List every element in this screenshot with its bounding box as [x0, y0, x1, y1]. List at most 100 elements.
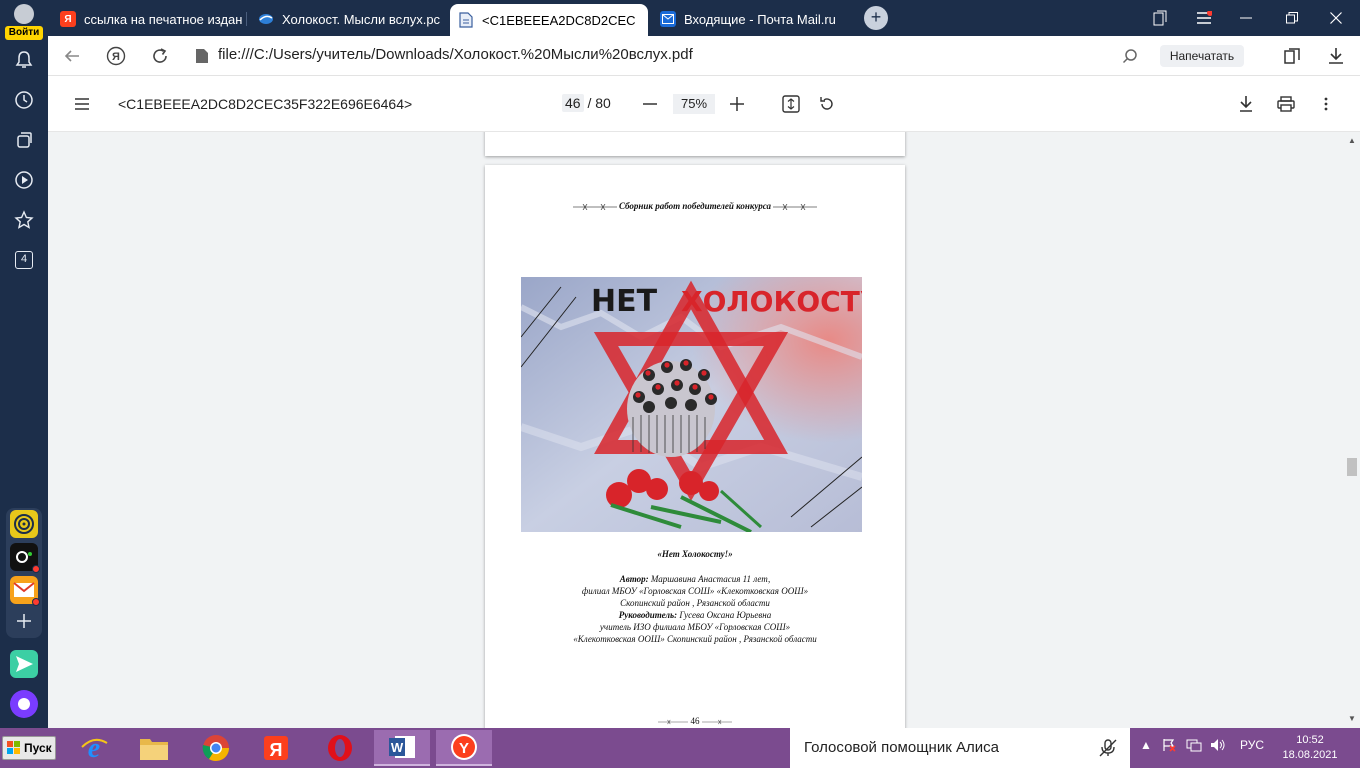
pdf-print-icon[interactable] — [1274, 92, 1298, 116]
document-icon — [458, 12, 474, 28]
zoom-in-icon[interactable] — [725, 92, 749, 116]
yandex-icon: Я — [60, 11, 76, 27]
minimize-icon[interactable] — [1226, 4, 1266, 32]
notifications-bell-icon[interactable] — [12, 48, 36, 72]
scroll-up-arrow-icon[interactable]: ▲ — [1347, 136, 1357, 146]
credits-line: филиал МБОУ «Горловская СОШ» «Клекотковс… — [581, 586, 809, 596]
add-app-plus-icon[interactable] — [12, 609, 36, 633]
tab-mail-inbox[interactable]: Входящие - Почта Mail.ru — [652, 4, 852, 34]
camera-app-icon[interactable] — [10, 543, 40, 573]
url-text[interactable]: file:///C:/Users/учитель/Downloads/Холок… — [218, 46, 693, 63]
internet-explorer-icon[interactable]: e — [66, 730, 122, 766]
alice-label: Голосовой помощник Алиса — [804, 739, 999, 756]
pdf-menu-icon[interactable] — [70, 92, 94, 116]
page-number: 46 — [690, 716, 700, 726]
address-bar: Я file:///C:/Users/учитель/Downloads/Хол… — [48, 36, 1360, 76]
poster-text-net: НЕТ — [591, 284, 658, 319]
windows-taskbar: Пуск e Я W Y Голосовой помощник Алиса ▲ — [0, 728, 1360, 768]
login-button[interactable]: Войти — [5, 4, 43, 40]
svg-text:Я: Я — [270, 740, 283, 760]
messenger-app-icon[interactable] — [10, 650, 38, 678]
print-page-button[interactable]: Напечатать — [1160, 45, 1244, 67]
play-video-icon[interactable] — [12, 168, 36, 192]
mail-app-icon[interactable] — [10, 576, 40, 606]
supervisor-label: Руководитель: — [618, 610, 678, 620]
chrome-icon[interactable] — [188, 730, 244, 766]
author-label: Автор: — [619, 574, 649, 584]
artwork-title: «Нет Холокосту!» — [657, 549, 733, 559]
word-icon[interactable]: W — [374, 730, 430, 766]
zoom-level-input[interactable]: 75% — [673, 94, 715, 114]
windows-logo-icon — [7, 741, 20, 754]
rotate-icon[interactable] — [815, 92, 839, 116]
barbed-wire-icon — [701, 719, 732, 725]
pdf-viewer[interactable]: Сборник работ победителей конкурса НЕТ Х… — [48, 132, 1344, 728]
alice-assistant-icon[interactable] — [10, 690, 38, 718]
current-page-input[interactable]: 46 — [562, 94, 584, 112]
clock-date: 18.08.2021 — [1282, 749, 1338, 761]
more-options-icon[interactable] — [1314, 92, 1338, 116]
poster-image: НЕТ ХОЛОКОСТУ! — [521, 277, 862, 532]
barbed-wire-icon — [773, 203, 818, 210]
download-icon[interactable] — [1324, 44, 1348, 68]
tab-yandex-link[interactable]: Я ссылка на печатное издан — [52, 4, 242, 34]
clock[interactable]: 10:52 18.08.2021 — [1280, 733, 1340, 763]
zen-app-icon[interactable] — [10, 510, 38, 538]
tab-title: ссылка на печатное издан — [84, 11, 242, 27]
credits-line: учитель ИЗО филиала МБОУ «Горловская СОШ… — [599, 622, 791, 632]
search-magnifier-icon[interactable] — [1118, 44, 1142, 68]
yandex-browser-icon[interactable]: Я — [248, 730, 304, 766]
svg-text:Y: Y — [459, 740, 469, 757]
vertical-scrollbar[interactable]: ▲ ▼ — [1344, 132, 1360, 728]
alice-voice-assistant[interactable]: Голосовой помощник Алиса — [790, 728, 1130, 768]
collection-title: Сборник работ победителей конкурса — [618, 201, 772, 211]
total-pages: / 80 — [587, 95, 611, 111]
tab-active-pdf[interactable]: <C1EBEEEA2DC8D2CEC — [450, 4, 648, 36]
browser-window: Войти 4 Я ссылка на печатное издан Холок… — [0, 0, 1360, 768]
login-label: Войти — [5, 26, 43, 40]
start-button[interactable]: Пуск — [2, 736, 56, 760]
downloads-counter-icon[interactable]: 4 — [12, 248, 36, 272]
yandex-home-icon[interactable]: Я — [104, 44, 128, 68]
history-clock-icon[interactable] — [12, 88, 36, 112]
tab-separator — [246, 12, 247, 26]
new-tab-plus-icon[interactable]: + — [864, 6, 888, 30]
file-page-icon — [190, 44, 214, 68]
microphone-muted-icon[interactable] — [1098, 738, 1118, 758]
restore-icon[interactable] — [1272, 4, 1312, 32]
file-explorer-icon[interactable] — [126, 730, 182, 766]
network-icon[interactable] — [1186, 738, 1202, 755]
scroll-down-arrow-icon[interactable]: ▼ — [1347, 714, 1357, 724]
collections-icon[interactable] — [12, 128, 36, 152]
back-arrow-icon[interactable] — [60, 44, 84, 68]
language-indicator[interactable]: РУС — [1240, 738, 1264, 752]
fit-page-icon[interactable] — [779, 92, 803, 116]
menu-hamburger-icon[interactable] — [1184, 4, 1224, 32]
pdf-page: Сборник работ победителей конкурса НЕТ Х… — [485, 165, 905, 728]
pdf-document-title: <C1EBEEEA2DC8D2CEC35F322E696E6464> — [118, 96, 413, 112]
flag-action-center-icon[interactable] — [1162, 738, 1176, 755]
volume-icon[interactable] — [1210, 738, 1226, 755]
extensions-icon[interactable] — [1280, 44, 1304, 68]
yandex-sidebar: Войти 4 — [0, 0, 48, 728]
counter-badge: 4 — [15, 251, 33, 269]
mail-icon — [660, 11, 676, 27]
bookmarks-star-icon[interactable] — [12, 208, 36, 232]
tab-bar: Я ссылка на печатное издан Холокост. Мыс… — [48, 0, 1360, 36]
close-window-icon[interactable] — [1316, 4, 1356, 32]
tabs-list-icon[interactable] — [1140, 4, 1180, 32]
scroll-thumb[interactable] — [1347, 458, 1357, 476]
opera-icon[interactable] — [312, 730, 368, 766]
svg-text:W: W — [391, 740, 404, 755]
show-hidden-icons-arrow[interactable]: ▲ — [1140, 738, 1152, 752]
zoom-out-icon[interactable] — [638, 92, 662, 116]
blue-wave-icon — [258, 11, 274, 27]
reload-icon[interactable] — [148, 44, 172, 68]
tab-title: Входящие - Почта Mail.ru — [684, 11, 836, 27]
pdf-download-icon[interactable] — [1234, 92, 1258, 116]
previous-page — [485, 132, 905, 156]
author-value: Маршавина Анастасия 11 лет, — [650, 574, 771, 584]
yandex-active-icon[interactable]: Y — [436, 730, 492, 766]
tab-holocaust-pdf[interactable]: Холокост. Мысли вслух.pc — [250, 4, 446, 34]
tab-title: <C1EBEEEA2DC8D2CEC — [482, 12, 636, 28]
